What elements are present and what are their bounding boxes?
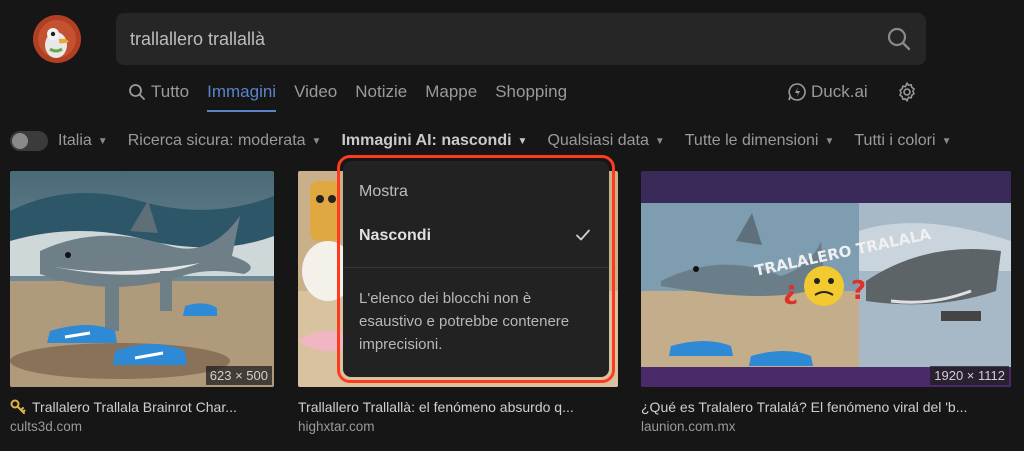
shark-sneakers-image: [10, 171, 274, 387]
tab-all[interactable]: Tutto: [128, 80, 189, 104]
check-icon: [576, 229, 590, 241]
tab-news[interactable]: Notizie: [355, 80, 407, 104]
caret-down-icon: ▼: [517, 135, 528, 147]
filter-color[interactable]: Tutti i colori ▼: [854, 132, 951, 150]
result-domain[interactable]: cults3d.com: [10, 419, 274, 434]
search-bar[interactable]: trallallero trallallà: [116, 13, 926, 65]
result-thumbnail[interactable]: 623 × 500: [10, 171, 274, 387]
filter-label: Tutte le dimensioni: [684, 132, 819, 149]
option-show[interactable]: Mostra: [359, 183, 408, 201]
duck-ai-label: Duck.ai: [811, 82, 868, 101]
filter-safe-search[interactable]: Ricerca sicura: moderata ▼: [128, 132, 322, 150]
result-thumbnail[interactable]: ¿ ? TRALALERO TRALALA 1920 × 1112: [641, 171, 1011, 387]
caret-down-icon: ▼: [654, 135, 665, 147]
svg-text:?: ?: [851, 276, 866, 306]
svg-text:¿: ¿: [783, 276, 798, 306]
caret-down-icon: ▼: [824, 135, 835, 147]
tab-images[interactable]: Immagini: [207, 80, 277, 112]
result-title-text: Trallallero Trallallà: el fenómeno absur…: [298, 399, 574, 415]
caret-down-icon: ▼: [941, 135, 952, 147]
tab-label: Mappe: [425, 82, 478, 101]
duckduckgo-logo[interactable]: [33, 15, 81, 63]
tab-shopping[interactable]: Shopping: [495, 80, 567, 104]
option-hide[interactable]: Nascondi: [359, 227, 431, 245]
filter-label: Italia: [58, 132, 92, 149]
ai-images-dropdown: Mostra Nascondi L'elenco dei blocchi non…: [343, 161, 609, 377]
filter-ai-images[interactable]: Immagini AI: nascondi ▼: [341, 132, 527, 150]
header-actions: Duck.ai: [787, 80, 918, 104]
result-title[interactable]: Trallallero Trallallà: el fenómeno absur…: [298, 399, 618, 415]
image-dimensions: 1920 × 1112: [930, 366, 1009, 385]
caret-down-icon: ▼: [311, 135, 322, 147]
filter-label: Immagini AI: nascondi: [341, 132, 512, 149]
filter-bar: Italia ▼ Ricerca sicura: moderata ▼ Imma…: [10, 128, 971, 154]
result-domain[interactable]: launion.com.mx: [641, 419, 1011, 434]
filter-region[interactable]: Italia ▼: [58, 132, 108, 150]
image-result[interactable]: ¿ ? TRALALERO TRALALA 1920 × 1112 ¿Qué e…: [641, 171, 1011, 434]
tab-label: Video: [294, 82, 338, 101]
result-title[interactable]: ¿Qué es Tralalero Tralalá? El fenómeno v…: [641, 399, 1011, 415]
blocklist-note: L'elenco dei blocchi non è esaustivo e p…: [359, 290, 570, 353]
image-result[interactable]: 623 × 500 Trallalero Trallala Brainrot C…: [10, 171, 274, 434]
result-domain[interactable]: highxtar.com: [298, 419, 618, 434]
tab-label: Immagini: [207, 82, 277, 101]
search-icon[interactable]: [886, 26, 912, 52]
chat-bubble-icon: [788, 83, 806, 101]
gear-icon[interactable]: [896, 81, 918, 103]
result-title[interactable]: Trallalero Trallala Brainrot Char...: [10, 399, 274, 415]
tab-maps[interactable]: Mappe: [425, 80, 477, 104]
result-title-text: ¿Qué es Tralalero Tralalá? El fenómeno v…: [641, 399, 968, 415]
caret-down-icon: ▼: [97, 135, 108, 147]
tab-label: Notizie: [355, 82, 408, 101]
filter-label: Tutti i colori: [854, 132, 936, 149]
region-toggle[interactable]: [10, 131, 48, 151]
search-tabs: Tutto Immagini Video Notizie Mappe Shopp…: [128, 80, 585, 112]
tab-label: Shopping: [495, 82, 568, 101]
filter-date[interactable]: Qualsiasi data ▼: [547, 132, 664, 150]
tab-video[interactable]: Video: [294, 80, 337, 104]
result-title-text: Trallalero Trallala Brainrot Char...: [32, 399, 237, 415]
filter-label: Qualsiasi data: [547, 132, 649, 149]
filter-size[interactable]: Tutte le dimensioni ▼: [685, 132, 835, 150]
search-icon: [129, 84, 145, 100]
duck-ai-link[interactable]: Duck.ai: [787, 82, 868, 102]
tab-label: Tutto: [151, 82, 190, 101]
image-dimensions: 623 × 500: [205, 366, 272, 385]
dropdown-divider: [343, 267, 609, 268]
filter-label: Ricerca sicura: moderata: [127, 132, 306, 149]
key-icon: [10, 399, 26, 414]
search-input[interactable]: trallallero trallallà: [130, 29, 886, 50]
tralalero-banner-image: ¿ ? TRALALERO TRALALA: [641, 171, 1011, 387]
